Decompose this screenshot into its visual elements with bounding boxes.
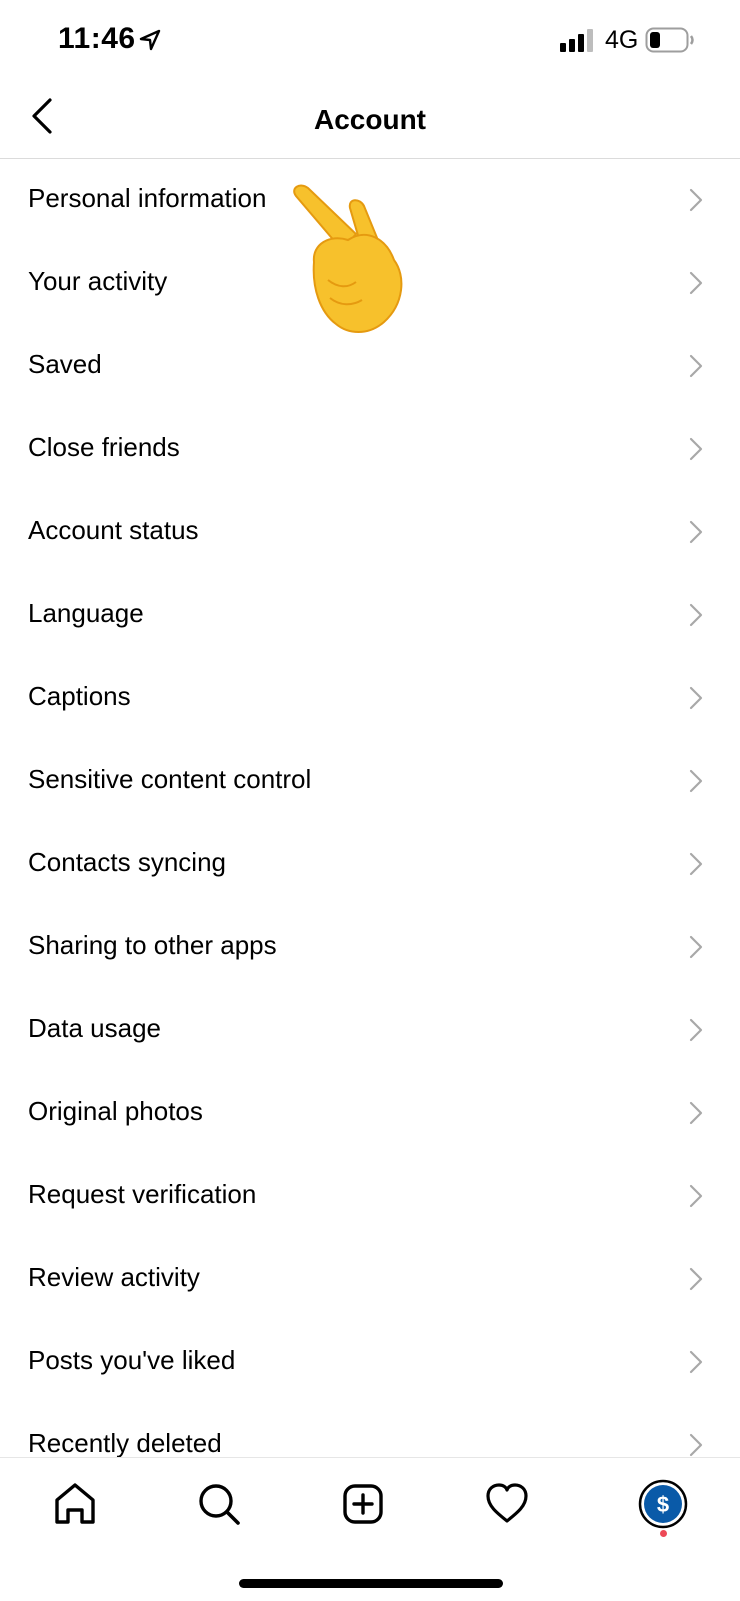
menu-item[interactable]: Captions [0, 657, 740, 740]
chevron-right-icon [689, 935, 703, 959]
tab-profile[interactable]: $ [635, 1476, 691, 1532]
chevron-right-icon [689, 271, 703, 295]
menu-item-label: Sensitive content control [28, 764, 312, 794]
menu-item-label: Personal information [28, 183, 267, 213]
chevron-right-icon [689, 188, 703, 212]
menu-item-label: Your activity [28, 266, 168, 296]
menu-item-label: Sharing to other apps [28, 930, 277, 960]
chevron-right-icon [689, 1267, 703, 1291]
chevron-right-icon [689, 686, 703, 710]
chevron-right-icon [689, 603, 703, 627]
menu-item-label: Contacts syncing [28, 847, 226, 877]
signal-bars-icon [560, 29, 593, 52]
menu-item-label: Review activity [28, 1262, 200, 1292]
new-post-icon [343, 1484, 383, 1524]
menu-item[interactable]: Review activity [0, 1238, 740, 1321]
menu-item[interactable]: Sensitive content control [0, 740, 740, 823]
menu-item-label: Original photos [28, 1096, 203, 1126]
menu-item[interactable]: Data usage [0, 989, 740, 1072]
account-settings-list: Personal information Your activity Saved Cl… [0, 159, 740, 1457]
chevron-right-icon [689, 1018, 703, 1042]
notification-dot [660, 1530, 667, 1537]
tab-new-post[interactable] [335, 1476, 391, 1532]
network-type: 4G [605, 26, 639, 54]
tab-activity[interactable] [479, 1476, 535, 1532]
menu-item[interactable]: Posts you've liked [0, 1321, 740, 1404]
menu-item[interactable]: Close friends [0, 408, 740, 491]
home-indicator [239, 1579, 503, 1588]
menu-item[interactable]: Recently deleted [0, 1404, 740, 1457]
chevron-right-icon [689, 769, 703, 793]
menu-item[interactable]: Request verification [0, 1155, 740, 1238]
search-icon [199, 1484, 240, 1525]
heart-icon [486, 1483, 528, 1523]
chevron-right-icon [689, 852, 703, 876]
chevron-right-icon [689, 1350, 703, 1374]
menu-item[interactable]: Saved [0, 325, 740, 408]
menu-item[interactable]: Personal information [0, 159, 740, 242]
nav-header: Account [0, 84, 740, 159]
profile-avatar: $ [638, 1479, 688, 1529]
menu-item[interactable]: Sharing to other apps [0, 906, 740, 989]
chevron-right-icon [689, 1101, 703, 1125]
menu-item-label: Captions [28, 681, 131, 711]
menu-item-label: Close friends [28, 432, 180, 462]
chevron-right-icon [689, 1433, 703, 1457]
chevron-right-icon [689, 520, 703, 544]
chevron-right-icon [689, 1184, 703, 1208]
bottom-tab-bar: $ [0, 1457, 740, 1601]
menu-item-label: Saved [28, 349, 102, 379]
menu-item-label: Account status [28, 515, 199, 545]
menu-item[interactable]: Language [0, 574, 740, 657]
status-bar: 11:46 4G [0, 0, 740, 84]
chevron-right-icon [689, 437, 703, 461]
menu-item-label: Request verification [28, 1179, 257, 1209]
menu-item[interactable]: Contacts syncing [0, 823, 740, 906]
menu-item-label: Recently deleted [28, 1428, 222, 1457]
chevron-right-icon [689, 354, 703, 378]
menu-item[interactable]: Your activity [0, 242, 740, 325]
battery-icon [645, 27, 694, 53]
menu-item-label: Data usage [28, 1013, 161, 1043]
status-time: 11:46 [58, 22, 136, 55]
menu-item-label: Language [28, 598, 144, 628]
tab-home[interactable] [47, 1476, 103, 1532]
svg-text:$: $ [657, 1492, 669, 1517]
home-icon [55, 1483, 95, 1524]
location-arrow-icon [139, 29, 161, 51]
menu-item[interactable]: Account status [0, 491, 740, 574]
menu-item-label: Posts you've liked [28, 1345, 236, 1375]
page-title: Account [314, 104, 426, 135]
menu-item[interactable]: Original photos [0, 1072, 740, 1155]
tab-search[interactable] [191, 1476, 247, 1532]
